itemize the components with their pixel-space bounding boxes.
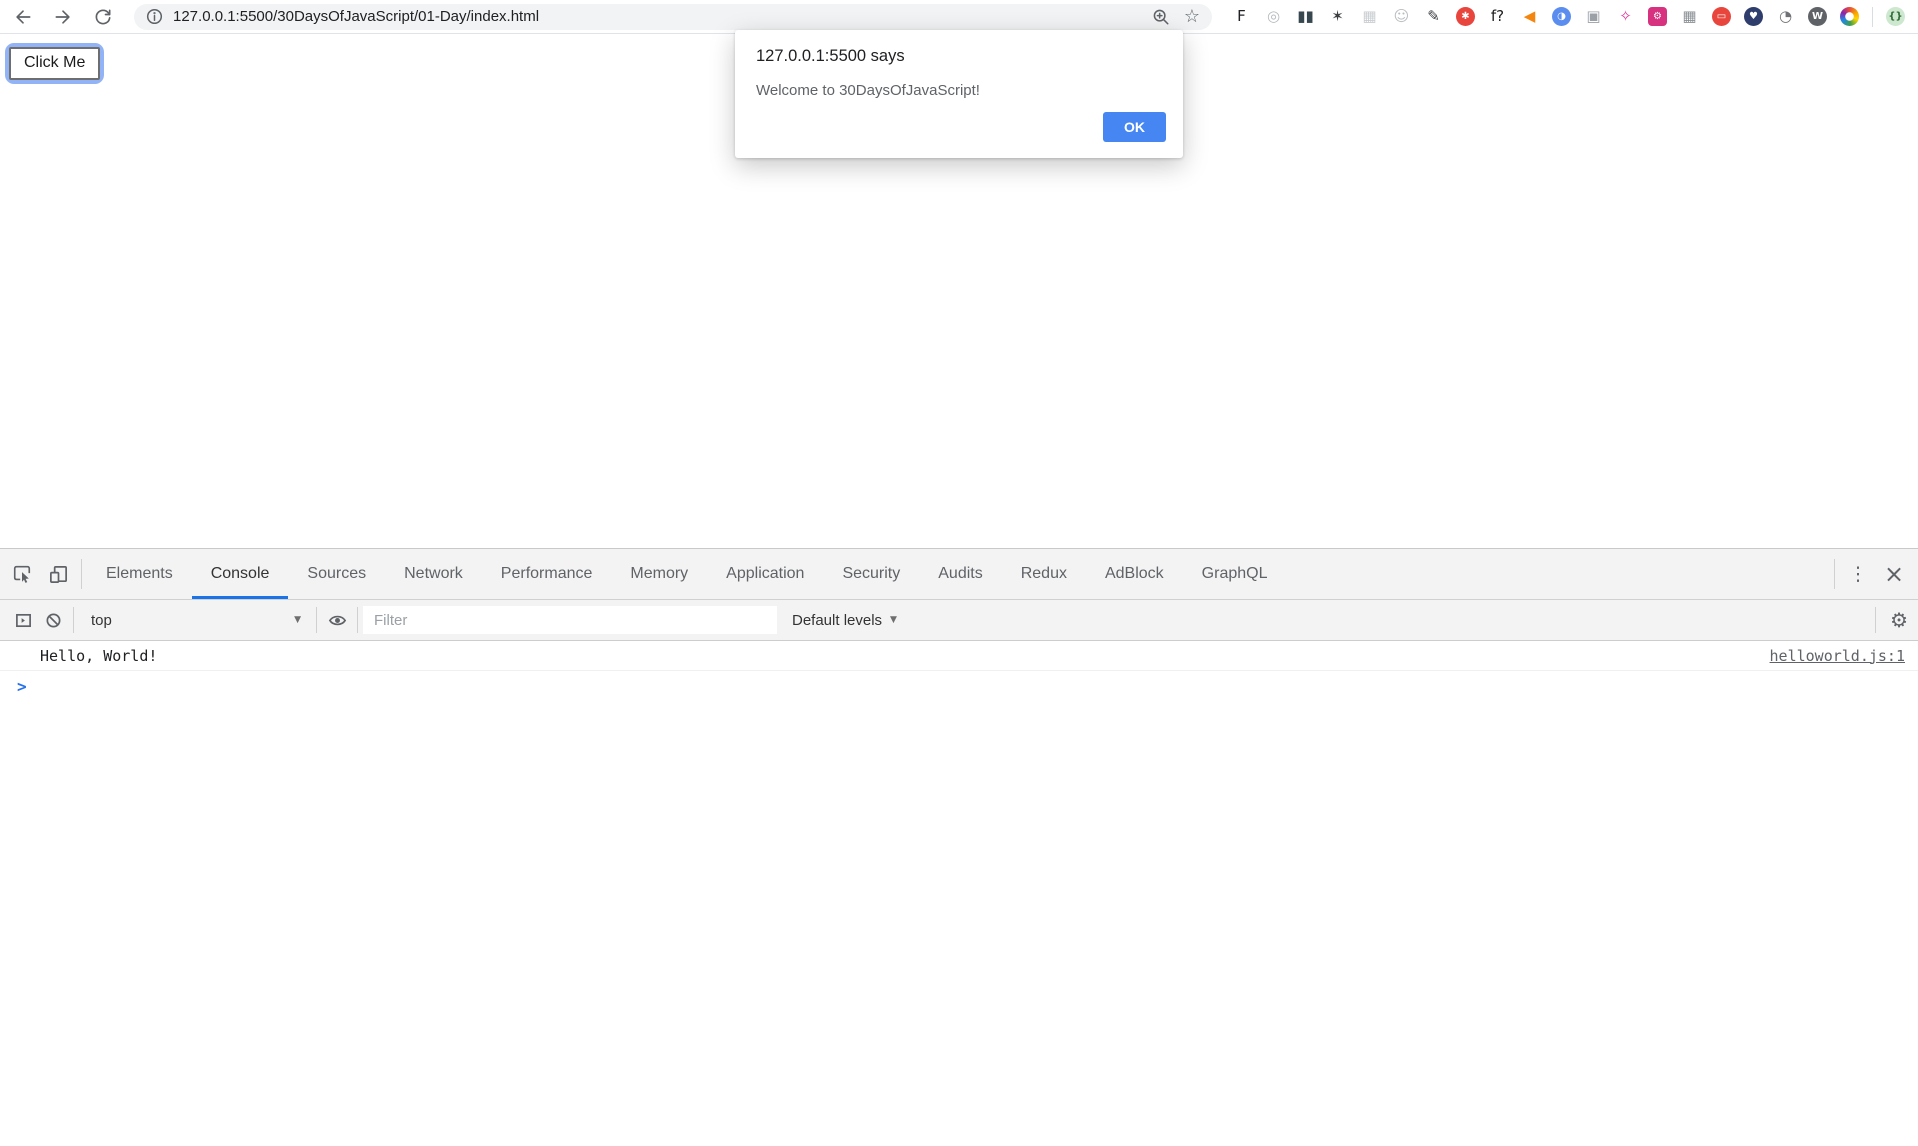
zoom-page-icon[interactable] <box>1152 8 1170 26</box>
devtools-menu-icon[interactable]: ⋮ <box>1840 549 1876 599</box>
ext-clock-icon[interactable]: ◔ <box>1776 7 1795 26</box>
alert-message: Welcome to 30DaysOfJavaScript! <box>756 82 1166 99</box>
device-toolbar-icon <box>48 564 69 585</box>
live-expression-button[interactable] <box>322 605 352 635</box>
console-source-link[interactable]: helloworld.js:1 <box>1770 647 1905 665</box>
console-toolbar: top ▼ Default levels ▼ ⚙ <box>0 600 1918 641</box>
console-toolbar-separator-1 <box>73 607 74 633</box>
back-button[interactable] <box>12 6 34 28</box>
tab-sources[interactable]: Sources <box>288 549 385 599</box>
console-message-text: Hello, World! <box>40 647 157 665</box>
ext-swirl-icon[interactable]: ◑ <box>1552 7 1571 26</box>
execution-context-selector[interactable]: top ▼ <box>79 605 311 635</box>
extensions-divider <box>1872 7 1873 27</box>
devtools-panel: Elements Console Sources Network Perform… <box>0 548 1918 1146</box>
clear-console-button[interactable] <box>38 605 68 635</box>
back-arrow-icon <box>13 7 33 27</box>
inspect-cursor-icon <box>12 564 32 584</box>
log-levels-dropdown[interactable]: Default levels ▼ <box>792 612 897 629</box>
ext-blocks-icon[interactable]: ▦ <box>1680 7 1699 26</box>
tab-redux[interactable]: Redux <box>1002 549 1086 599</box>
ext-json-braces-icon[interactable]: {} <box>1886 7 1905 26</box>
console-sidebar-icon <box>15 612 32 629</box>
alert-ok-button[interactable]: OK <box>1103 112 1166 142</box>
reload-icon <box>93 7 113 27</box>
ext-f-question-icon[interactable]: f? <box>1488 7 1507 26</box>
ext-w-circle-icon[interactable]: W <box>1808 7 1827 26</box>
tab-adblock[interactable]: AdBlock <box>1086 549 1183 599</box>
click-me-button[interactable]: Click Me <box>9 47 100 80</box>
tab-elements[interactable]: Elements <box>87 549 192 599</box>
ext-fonts-icon[interactable]: F <box>1232 7 1251 26</box>
ext-gear-box-icon[interactable]: ⚙ <box>1648 7 1667 26</box>
page-viewport: Click Me 127.0.0.1:5500 says Welcome to … <box>0 34 1918 548</box>
ext-camera-icon[interactable]: ▣ <box>1584 7 1603 26</box>
console-prompt-icon: > <box>17 677 27 696</box>
ext-atom-icon[interactable]: ✧ <box>1616 7 1635 26</box>
reload-button[interactable] <box>92 6 114 28</box>
execution-context-value: top <box>91 612 112 629</box>
ext-grid-faded-icon[interactable]: ▦ <box>1360 7 1379 26</box>
tab-memory[interactable]: Memory <box>611 549 707 599</box>
console-sidebar-toggle-button[interactable] <box>8 605 38 635</box>
browser-toolbar: 127.0.0.1:5500/30DaysOfJavaScript/01-Day… <box>0 0 1918 34</box>
console-prompt-row[interactable]: > <box>0 671 1918 701</box>
ext-smiley-icon[interactable]: ☺ <box>1392 7 1411 26</box>
address-bar[interactable]: 127.0.0.1:5500/30DaysOfJavaScript/01-Day… <box>134 4 1212 30</box>
ext-columns-icon[interactable]: ▮▮ <box>1296 7 1315 26</box>
ext-heart-search-icon[interactable]: ♥ <box>1744 7 1763 26</box>
context-caret-down-icon: ▼ <box>294 615 301 625</box>
tabbar-separator <box>81 559 82 589</box>
tab-graphql[interactable]: GraphQL <box>1183 549 1287 599</box>
tab-application[interactable]: Application <box>707 549 823 599</box>
ext-megaphone-icon[interactable]: ◀ <box>1520 7 1539 26</box>
ext-stop-hand-icon[interactable]: ✱ <box>1456 7 1475 26</box>
url-text[interactable]: 127.0.0.1:5500/30DaysOfJavaScript/01-Day… <box>173 8 539 25</box>
ext-color-wheel-icon[interactable] <box>1840 7 1859 26</box>
ext-target-icon[interactable]: ◎ <box>1264 7 1283 26</box>
button-focus-ring: Click Me <box>5 43 104 84</box>
log-levels-value: Default levels <box>792 612 882 629</box>
tab-network[interactable]: Network <box>385 549 482 599</box>
site-info-icon[interactable] <box>146 8 163 25</box>
eye-icon <box>328 611 347 630</box>
ext-bookmark-red-icon[interactable]: ▭ <box>1712 7 1731 26</box>
devtools-close-icon[interactable]: × <box>1876 549 1912 599</box>
devtools-tabbar: Elements Console Sources Network Perform… <box>0 549 1918 600</box>
tab-console[interactable]: Console <box>192 549 289 599</box>
console-toolbar-separator-4 <box>1875 607 1876 633</box>
tab-security[interactable]: Security <box>823 549 919 599</box>
tabbar-spacer <box>1286 549 1829 599</box>
extensions-strip: F ◎ ▮▮ ✶ ▦ ☺ ✎ ✱ f? ◀ ◑ ▣ ✧ ⚙ ▦ ▭ ♥ ◔ W {} <box>1232 7 1905 27</box>
ext-color-picker-icon[interactable]: ✎ <box>1424 7 1443 26</box>
console-message-row: Hello, World! helloworld.js:1 <box>0 641 1918 671</box>
console-toolbar-separator-2 <box>316 607 317 633</box>
tabbar-right-separator <box>1834 559 1835 589</box>
console-filter-input[interactable] <box>363 606 777 634</box>
bookmark-star-icon[interactable]: ☆ <box>1184 8 1200 26</box>
console-toolbar-separator-3 <box>357 607 358 633</box>
device-toolbar-button[interactable] <box>40 549 76 599</box>
forward-button[interactable] <box>52 6 74 28</box>
forward-arrow-icon <box>53 7 73 27</box>
inspect-element-button[interactable] <box>4 549 40 599</box>
ext-bug-icon[interactable]: ✶ <box>1328 7 1347 26</box>
console-settings-gear-icon[interactable]: ⚙ <box>1890 608 1908 632</box>
tab-performance[interactable]: Performance <box>482 549 612 599</box>
tab-audits[interactable]: Audits <box>919 549 1001 599</box>
alert-dialog: 127.0.0.1:5500 says Welcome to 30DaysOfJ… <box>735 30 1183 158</box>
levels-caret-down-icon: ▼ <box>890 615 897 625</box>
alert-title: 127.0.0.1:5500 says <box>756 47 1166 66</box>
clear-console-icon <box>45 612 62 629</box>
